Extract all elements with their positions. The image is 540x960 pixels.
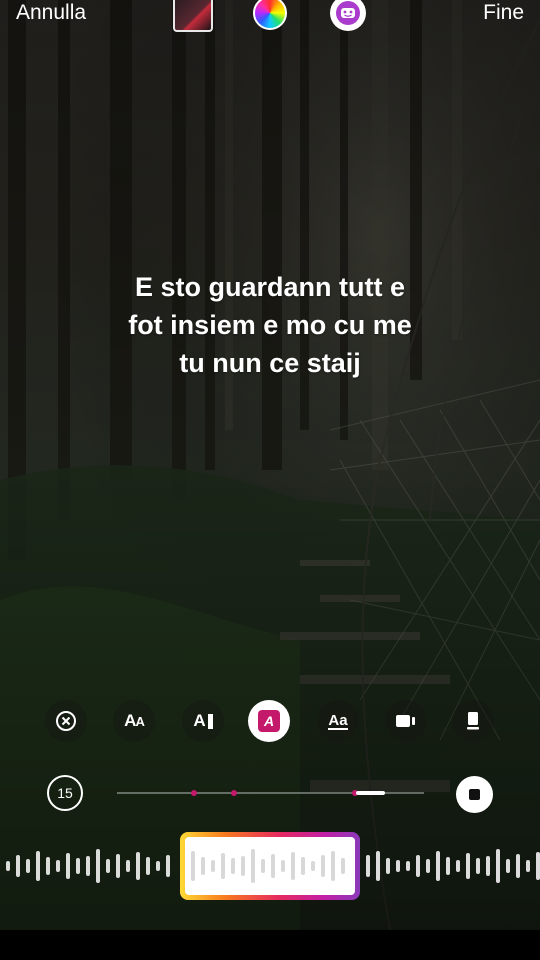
waveform-bar: [456, 860, 460, 872]
text-color-icon: A: [258, 710, 280, 732]
waveform-bar: [486, 856, 490, 876]
timeline-progress: [356, 791, 385, 795]
duration-button[interactable]: 15: [47, 775, 83, 811]
waveform-bar: [281, 860, 285, 872]
close-icon: [56, 711, 76, 731]
waveform-bar: [136, 852, 140, 880]
waveform-bar: [341, 858, 345, 874]
video-button[interactable]: [385, 700, 427, 742]
remove-button[interactable]: [45, 700, 87, 742]
waveform-bar: [436, 851, 440, 881]
waveform-bar: [396, 860, 400, 872]
waveform-bar: [446, 857, 450, 875]
waveform-bar: [76, 858, 80, 874]
waveform-bar: [231, 858, 235, 874]
video-icon: [396, 715, 415, 727]
font-style-button[interactable]: Aa: [317, 700, 359, 742]
waveform-bar: [506, 859, 510, 873]
waveform-bar: [211, 860, 215, 872]
cancel-button[interactable]: Annulla: [16, 0, 86, 26]
text-size-icon: AA: [124, 711, 145, 730]
waveform-bar: [156, 861, 160, 871]
waveform-bar: [416, 855, 420, 877]
caption-line: fot insiem e mo cu me: [128, 310, 412, 340]
waveform-bar: [6, 861, 10, 871]
timeline-marker: [191, 790, 197, 796]
layout-icon: [467, 712, 479, 730]
waveform-bar: [426, 859, 430, 873]
waveform-bar: [321, 855, 325, 877]
text-color-button[interactable]: A: [248, 700, 290, 742]
lyrics-caption[interactable]: E sto guardann tutt e fot insiem e mo cu…: [20, 268, 520, 382]
waveform-bar: [96, 849, 100, 883]
waveform-bar: [36, 851, 40, 881]
bottom-bar: [0, 930, 540, 960]
waveform-bar: [291, 852, 295, 880]
font-style-icon: Aa: [328, 711, 348, 730]
done-button[interactable]: Fine: [483, 0, 524, 26]
clip-selector[interactable]: [180, 832, 360, 900]
waveform-bar: [56, 860, 60, 872]
waveform-bar: [466, 853, 470, 879]
text-cursor-button[interactable]: A: [182, 700, 224, 742]
waveform-bar: [66, 853, 70, 879]
waveform-bar: [516, 854, 520, 878]
waveform-bar: [46, 857, 50, 875]
waveform-bar: [496, 849, 500, 883]
waveform-bar: [126, 860, 130, 872]
waveform-bar: [331, 851, 335, 881]
waveform-bar: [366, 855, 370, 877]
stop-icon: [469, 789, 480, 800]
layout-button[interactable]: [452, 700, 494, 742]
waveform-bar: [146, 857, 150, 875]
caption-line: E sto guardann tutt e: [135, 272, 405, 302]
text-size-button[interactable]: AA: [113, 700, 155, 742]
waveform-bar: [86, 856, 90, 876]
waveform-bar: [386, 858, 390, 874]
stop-button[interactable]: [456, 776, 493, 813]
waveform-bar: [26, 859, 30, 873]
waveform-bar: [241, 856, 245, 876]
waveform-bar: [406, 861, 410, 871]
album-art-thumbnail[interactable]: [173, 0, 213, 32]
waveform-bar: [201, 857, 205, 875]
waveform-bar: [16, 855, 20, 877]
waveform-bar: [221, 853, 225, 879]
text-cursor-icon: A: [193, 711, 213, 731]
waveform-bar: [271, 854, 275, 878]
waveform-bar: [301, 857, 305, 875]
waveform-bar: [536, 852, 540, 880]
timeline-marker: [231, 790, 237, 796]
waveform-bar: [376, 851, 380, 881]
waveform-bar: [106, 859, 110, 873]
waveform-bar: [251, 849, 255, 883]
caption-line: tu nun ce staij: [179, 348, 361, 378]
waveform-bar: [116, 854, 120, 878]
waveform-bar: [261, 859, 265, 873]
waveform-bar: [191, 851, 195, 881]
waveform-bar: [166, 855, 170, 877]
selected-waveform: [191, 849, 345, 883]
waveform-bar: [476, 858, 480, 874]
waveform-bar: [311, 861, 315, 871]
waveform-bar: [526, 860, 530, 872]
